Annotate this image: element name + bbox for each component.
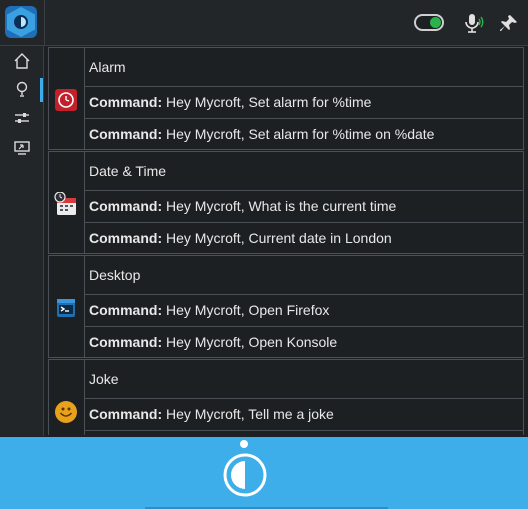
- sidebar: [0, 46, 44, 436]
- command-label: Command:: [89, 94, 163, 110]
- card-separator: [85, 118, 523, 119]
- skills-list[interactable]: Alarm Command: Hey Mycroft, Set alarm fo…: [48, 47, 524, 435]
- command-line: Command: Hey Mycroft, Tell me a joke: [89, 406, 334, 422]
- command-line: Command: Hey Mycroft, Current date in Lo…: [89, 230, 392, 246]
- logo-ring: [14, 15, 28, 29]
- card-separator: [85, 294, 523, 295]
- command-label: Command:: [89, 302, 163, 318]
- command-line: Command: Hey Mycroft, Open Firefox: [89, 302, 329, 318]
- skill-title: Alarm: [89, 59, 126, 75]
- command-line: Command: Hey Mycroft, Open Konsole: [89, 334, 337, 350]
- command-line: Command: Hey Mycroft, Set alarm for %tim…: [89, 126, 434, 142]
- skill-card-desktop[interactable]: Desktop Command: Hey Mycroft, Open Firef…: [48, 255, 524, 358]
- command-text: Hey Mycroft, Tell me a joke: [162, 406, 334, 422]
- command-text: Hey Mycroft, Open Konsole: [162, 334, 338, 350]
- skill-title: Desktop: [89, 267, 141, 283]
- sidebar-active-indicator: [40, 78, 43, 102]
- command-text: Hey Mycroft, Set alarm for %time on %dat…: [162, 126, 435, 142]
- skill-title: Date & Time: [89, 163, 167, 179]
- command-label: Command:: [89, 126, 163, 142]
- command-text: Hey Mycroft, Current date in London: [162, 230, 392, 246]
- bottom-bar: [0, 437, 528, 509]
- command-label: Command:: [89, 406, 163, 422]
- topbar-divider: [44, 0, 45, 45]
- terminal-icon: [57, 299, 75, 317]
- microphone-icon[interactable]: [462, 12, 484, 34]
- card-separator: [85, 430, 523, 431]
- alarm-clock-icon: [55, 89, 77, 111]
- command-label: Command:: [89, 198, 163, 214]
- toggle-knob: [430, 17, 441, 28]
- command-line: Command: Hey Mycroft, Set alarm for %tim…: [89, 94, 371, 110]
- sliders-icon[interactable]: [13, 109, 31, 127]
- top-bar: [0, 0, 528, 46]
- command-label: Command:: [89, 334, 163, 350]
- lightbulb-icon[interactable]: [13, 80, 31, 98]
- skill-card-alarm[interactable]: Alarm Command: Hey Mycroft, Set alarm fo…: [48, 47, 524, 150]
- screen-share-icon[interactable]: [13, 139, 31, 157]
- skill-icon-column: [49, 360, 85, 435]
- card-separator: [85, 398, 523, 399]
- calendar-clock-icon: [54, 192, 76, 215]
- command-line: Command: Hey Mycroft, What is the curren…: [89, 198, 396, 214]
- skill-title: Joke: [89, 371, 119, 387]
- card-separator: [85, 326, 523, 327]
- pin-icon[interactable]: [499, 13, 519, 33]
- smiley-face-icon: [55, 401, 77, 423]
- command-text: Hey Mycroft, What is the current time: [162, 198, 397, 214]
- card-separator: [85, 86, 523, 87]
- command-text: Hey Mycroft, Open Firefox: [162, 302, 330, 318]
- skill-card-date-time[interactable]: Date & Time Command: Hey Mycroft, What i…: [48, 151, 524, 254]
- command-label: Command:: [89, 230, 163, 246]
- mycroft-logo-icon[interactable]: [5, 6, 37, 38]
- command-text: Hey Mycroft, Set alarm for %time: [162, 94, 372, 110]
- card-separator: [85, 190, 523, 191]
- mycroft-activate-icon[interactable]: [221, 451, 269, 499]
- home-icon[interactable]: [13, 52, 31, 70]
- listening-toggle[interactable]: [414, 14, 444, 31]
- skill-icon-column: [49, 256, 85, 357]
- skill-icon-column: [49, 48, 85, 149]
- card-separator: [85, 222, 523, 223]
- skill-card-joke[interactable]: Joke Command: Hey Mycroft, Tell me a jok…: [48, 359, 524, 435]
- skill-icon-column: [49, 152, 85, 253]
- status-dot: [240, 440, 248, 448]
